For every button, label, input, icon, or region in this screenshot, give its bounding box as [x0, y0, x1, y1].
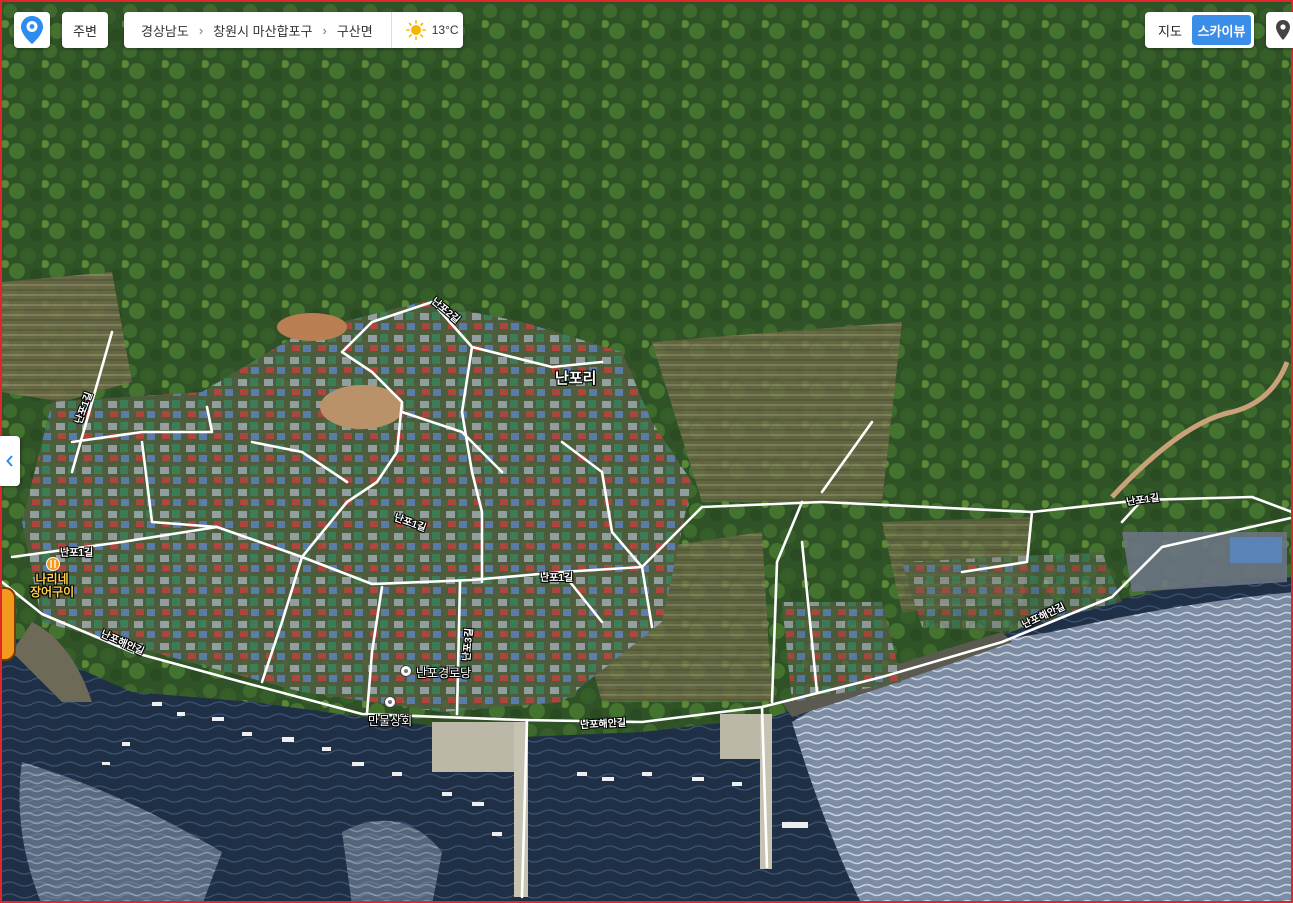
breadcrumb-item-city[interactable]: 창원시 마산합포구: [213, 21, 312, 40]
weather-temperature: 13°C: [431, 23, 459, 37]
road-label-nanpo1-gil: 난포1길: [540, 573, 574, 584]
map-type-switcher: 지도 스카이뷰: [1145, 12, 1254, 48]
map-type-map-button[interactable]: 지도: [1148, 21, 1192, 40]
weather-widget[interactable]: 13°C: [390, 12, 459, 48]
breadcrumb-item-district[interactable]: 구산면: [337, 21, 373, 40]
poi-marker-icon[interactable]: [400, 665, 412, 677]
map-type-skyview-button[interactable]: 스카이뷰: [1192, 15, 1251, 45]
breadcrumb-item-province[interactable]: 경상남도: [141, 21, 189, 40]
chevron-right-icon: ›: [198, 22, 204, 38]
map-view[interactable]: 난포리 난포1길 난포1길 난포1길 난포1길 난포1길 난포2길 난포3길 난…: [0, 0, 1293, 903]
poi-label-store[interactable]: 만물상회: [368, 712, 412, 729]
poi-label-senior-center[interactable]: 난포경로당: [416, 664, 471, 681]
breadcrumb: 경상남도 › 창원시 마산합포구 › 구산면 13°C: [124, 12, 463, 48]
restaurant-marker-icon[interactable]: [46, 557, 60, 571]
chevron-right-icon: ›: [322, 22, 327, 38]
restaurant-name-line2: 장어구이: [30, 585, 75, 599]
poi-label-restaurant[interactable]: 나리네 장어구이: [30, 573, 74, 599]
poi-marker-icon[interactable]: [384, 696, 396, 708]
location-button[interactable]: [1266, 12, 1293, 48]
road-label-nanpo-coastal: 난포해안길: [579, 717, 627, 732]
satellite-imagery[interactable]: [2, 2, 1293, 903]
edge-marker[interactable]: [2, 587, 16, 661]
kakaomap-logo-button[interactable]: [14, 12, 50, 48]
around-button[interactable]: 주변: [62, 12, 108, 48]
road-label-nanpo1-gil: 난포1길: [60, 548, 94, 559]
side-panel-toggle[interactable]: [0, 436, 20, 486]
fork-knife-icon: [50, 560, 56, 568]
location-pin-logo-icon: [21, 16, 43, 44]
road-label-nanpo3-gil: 난포3길: [461, 627, 476, 662]
village-label-nanpo-ri[interactable]: 난포리: [555, 367, 596, 388]
map-pin-icon: [1276, 20, 1290, 40]
sun-icon: [405, 20, 426, 40]
chevron-left-icon: [6, 455, 13, 467]
